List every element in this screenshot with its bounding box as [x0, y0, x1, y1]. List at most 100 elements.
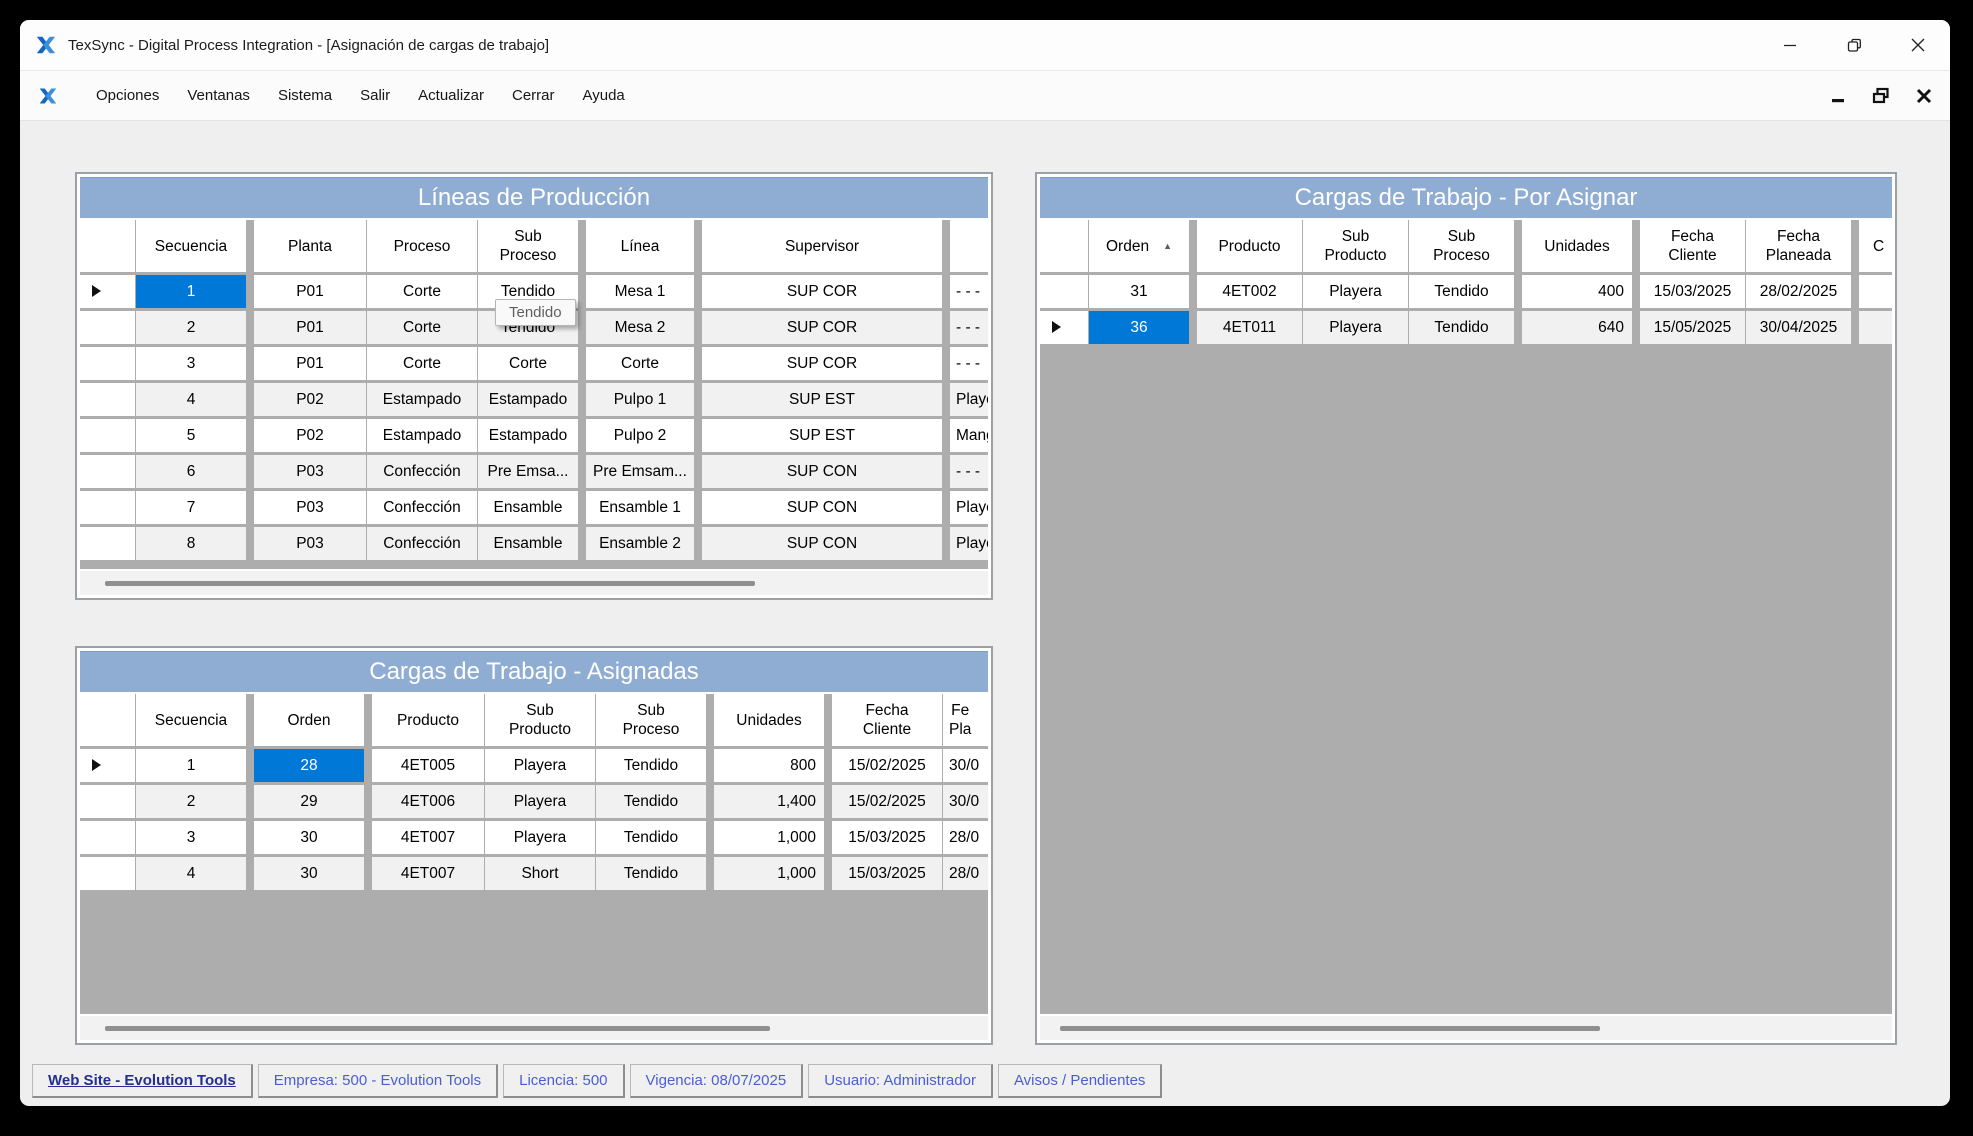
cell[interactable]: Mesa 2: [586, 311, 694, 344]
menu-item-sistema[interactable]: Sistema: [264, 80, 346, 111]
cell[interactable]: 6: [136, 455, 246, 488]
restore-button[interactable]: [1822, 20, 1886, 70]
menu-item-salir[interactable]: Salir: [346, 80, 404, 111]
horizontal-scrollbar[interactable]: [80, 1016, 988, 1040]
cell[interactable]: 4ET011: [1197, 311, 1302, 344]
minimize-button[interactable]: [1758, 20, 1822, 70]
column-header[interactable]: Unidades: [714, 694, 824, 746]
horizontal-scrollbar[interactable]: [1040, 1016, 1892, 1040]
selected-cell[interactable]: 36: [1089, 311, 1189, 344]
cell[interactable]: 15/03/2025: [832, 821, 942, 854]
cell[interactable]: 15/02/2025: [832, 749, 942, 782]
column-header[interactable]: Fecha Cliente: [832, 694, 942, 746]
column-header[interactable]: Sub Producto: [1303, 220, 1408, 272]
mdi-restore-button[interactable]: [1872, 87, 1890, 105]
table-row[interactable]: 314ET002PlayeraTendido40015/03/202528/02…: [1040, 275, 1892, 308]
column-header[interactable]: C: [1859, 220, 1892, 272]
cell[interactable]: Tendido: [1409, 311, 1514, 344]
cell[interactable]: P01: [254, 275, 366, 308]
table-row[interactable]: 5P02EstampadoEstampadoPulpo 2SUP ESTMang: [80, 419, 988, 452]
cell[interactable]: 30/0: [943, 749, 988, 782]
cell[interactable]: SUP EST: [702, 383, 942, 416]
cell[interactable]: SUP CON: [702, 527, 942, 560]
cell[interactable]: 31: [1089, 275, 1189, 308]
column-header[interactable]: [80, 220, 135, 272]
cell[interactable]: Corte: [367, 347, 477, 380]
cell[interactable]: P01: [254, 347, 366, 380]
cell[interactable]: 800: [714, 749, 824, 782]
cell[interactable]: Corte: [478, 347, 578, 380]
cell[interactable]: Estampado: [478, 383, 578, 416]
column-header[interactable]: Producto: [1197, 220, 1302, 272]
cell[interactable]: P03: [254, 527, 366, 560]
scrollbar-thumb[interactable]: [1060, 1026, 1600, 1031]
cell[interactable]: SUP COR: [702, 275, 942, 308]
cell[interactable]: Estampado: [367, 419, 477, 452]
cell[interactable]: 30/0: [943, 785, 988, 818]
cell[interactable]: 4ET007: [372, 821, 484, 854]
cell[interactable]: 28/0: [943, 857, 988, 890]
table-row[interactable]: 7P03ConfecciónEnsambleEnsamble 1SUP CONP…: [80, 491, 988, 524]
menu-item-actualizar[interactable]: Actualizar: [404, 80, 498, 111]
cell[interactable]: Tendido: [596, 785, 706, 818]
column-header[interactable]: Secuencia: [136, 694, 246, 746]
cell[interactable]: 8: [136, 527, 246, 560]
column-header[interactable]: Planta: [254, 220, 366, 272]
table-row[interactable]: 3P01CorteCorteCorteSUP COR- - -: [80, 347, 988, 380]
cell[interactable]: P02: [254, 383, 366, 416]
cell[interactable]: Corte: [586, 347, 694, 380]
cell[interactable]: 30: [254, 857, 364, 890]
table-row[interactable]: 364ET011PlayeraTendido64015/05/202530/04…: [1040, 311, 1892, 344]
cell[interactable]: 15/03/2025: [832, 857, 942, 890]
cell[interactable]: Ensamble 2: [586, 527, 694, 560]
cell[interactable]: 4ET006: [372, 785, 484, 818]
cell[interactable]: Playe: [950, 527, 988, 560]
horizontal-scrollbar[interactable]: [80, 571, 988, 595]
website-link[interactable]: Web Site - Evolution Tools: [32, 1064, 253, 1098]
cell[interactable]: P03: [254, 455, 366, 488]
cell[interactable]: 1,000: [714, 821, 824, 854]
table-row[interactable]: 3304ET007PlayeraTendido1,00015/03/202528…: [80, 821, 988, 854]
cell[interactable]: 5: [136, 419, 246, 452]
cell[interactable]: 1,000: [714, 857, 824, 890]
column-header[interactable]: Fecha Cliente: [1640, 220, 1745, 272]
cell[interactable]: P02: [254, 419, 366, 452]
cell[interactable]: Mesa 1: [586, 275, 694, 308]
cell[interactable]: [1859, 311, 1892, 344]
cell[interactable]: Estampado: [478, 419, 578, 452]
cell[interactable]: Pulpo 1: [586, 383, 694, 416]
cell[interactable]: Tendido: [596, 749, 706, 782]
cell[interactable]: Tendido: [596, 857, 706, 890]
cell[interactable]: 28/0: [943, 821, 988, 854]
cell[interactable]: 1,400: [714, 785, 824, 818]
close-button[interactable]: [1886, 20, 1950, 70]
column-header[interactable]: Secuencia: [136, 220, 246, 272]
column-header[interactable]: Producto: [372, 694, 484, 746]
cell[interactable]: P03: [254, 491, 366, 524]
cell[interactable]: Short: [485, 857, 595, 890]
cell[interactable]: 15/03/2025: [1640, 275, 1745, 308]
column-header[interactable]: Línea: [586, 220, 694, 272]
cell[interactable]: Playe: [950, 383, 988, 416]
cell[interactable]: Mang: [950, 419, 988, 452]
menu-item-ventanas[interactable]: Ventanas: [173, 80, 264, 111]
cell[interactable]: 2: [136, 311, 246, 344]
column-header[interactable]: [80, 694, 135, 746]
cell[interactable]: Confección: [367, 491, 477, 524]
cell[interactable]: 4ET002: [1197, 275, 1302, 308]
column-header[interactable]: Sub Proceso: [596, 694, 706, 746]
cell[interactable]: 1: [136, 749, 246, 782]
menu-item-opciones[interactable]: Opciones: [82, 80, 173, 111]
cell[interactable]: 4: [136, 857, 246, 890]
cell[interactable]: Ensamble 1: [586, 491, 694, 524]
selected-cell[interactable]: 1: [136, 275, 246, 308]
cell[interactable]: Playera: [485, 821, 595, 854]
status-panel-5[interactable]: Avisos / Pendientes: [998, 1064, 1162, 1098]
cell[interactable]: Ensamble: [478, 491, 578, 524]
cell[interactable]: SUP CON: [702, 491, 942, 524]
table-row[interactable]: 4304ET007ShortTendido1,00015/03/202528/0: [80, 857, 988, 890]
cell[interactable]: - - -: [950, 311, 988, 344]
cell[interactable]: Ensamble: [478, 527, 578, 560]
table-row[interactable]: 2294ET006PlayeraTendido1,40015/02/202530…: [80, 785, 988, 818]
column-header[interactable]: Proceso: [367, 220, 477, 272]
